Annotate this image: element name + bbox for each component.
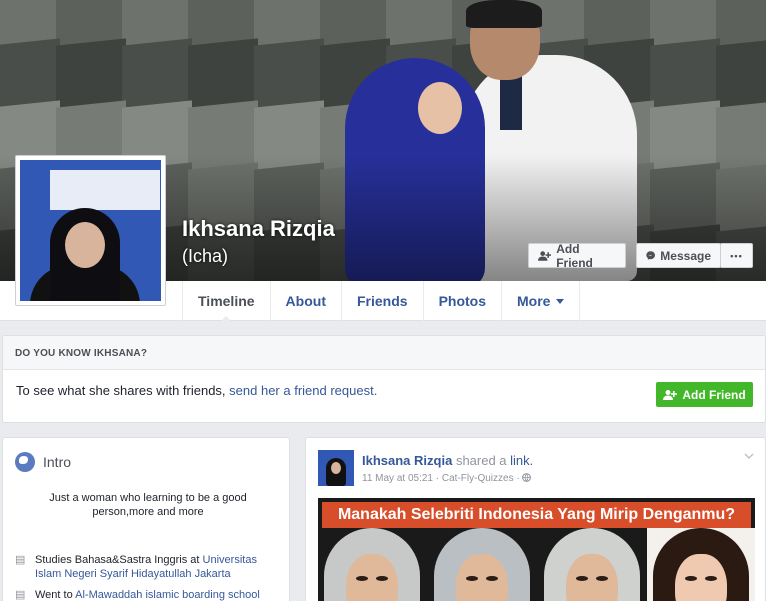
intro-studies: ▤ Studies Bahasa&Sastra Inggris at Unive… bbox=[15, 553, 285, 581]
graduation-cap-icon: ▤ bbox=[15, 554, 26, 566]
post-action-link[interactable]: link. bbox=[510, 453, 533, 468]
post-action: shared a bbox=[455, 453, 511, 468]
messenger-icon bbox=[646, 251, 655, 260]
tab-timeline[interactable]: Timeline bbox=[182, 281, 270, 322]
post-author-name[interactable]: Ikhsana Rizqia bbox=[362, 453, 452, 468]
intro-bio: Just a woman who learning to be a good p… bbox=[49, 492, 247, 518]
post-meta-separator-2: · bbox=[516, 473, 520, 484]
quiz-face-3 bbox=[538, 528, 646, 601]
quiz-face-4 bbox=[647, 528, 755, 601]
profile-picture-banner bbox=[50, 170, 160, 210]
quiz-face-1-skin bbox=[346, 554, 398, 601]
profile-name[interactable]: Ikhsana Rizqia bbox=[182, 216, 335, 242]
graduation-cap-icon: ▤ bbox=[15, 589, 26, 601]
active-tab-indicator bbox=[220, 316, 233, 322]
post-options-chevron-icon[interactable] bbox=[743, 450, 755, 462]
intro-studies-prefix: Studies Bahasa&Sastra Inggris at bbox=[35, 554, 203, 566]
add-friend-icon bbox=[663, 389, 678, 400]
message-label: Message bbox=[660, 248, 711, 263]
quiz-face-1-eye-right bbox=[376, 576, 388, 581]
do-you-know-text: To see what she shares with friends, sen… bbox=[16, 383, 377, 398]
do-you-know-text-prefix: To see what she shares with friends, bbox=[16, 383, 230, 398]
intro-heading: Intro bbox=[15, 452, 71, 472]
add-friend-green-label: Add Friend bbox=[682, 387, 746, 402]
post-author-avatar[interactable] bbox=[318, 450, 354, 486]
school-link[interactable]: Al-Mawaddah islamic boarding school bbox=[75, 589, 260, 601]
tab-friends-label: Friends bbox=[356, 293, 408, 309]
shared-link-title: Manakah Selebriti Indonesia Yang Mirip D… bbox=[322, 502, 751, 528]
chevron-down-icon bbox=[556, 298, 565, 304]
quiz-face-1 bbox=[318, 528, 426, 601]
timeline-post: Ikhsana Rizqia shared a link. 11 May at … bbox=[305, 437, 766, 601]
tab-timeline-label: Timeline bbox=[198, 293, 255, 309]
add-friend-button[interactable]: Add Friend bbox=[528, 241, 626, 270]
tab-more-label: More bbox=[517, 293, 551, 309]
quiz-face-3-eye-left bbox=[576, 576, 588, 581]
tab-more[interactable]: More bbox=[501, 281, 581, 321]
do-you-know-box: DO YOU KNOW IKHSANA? To see what she sha… bbox=[2, 335, 766, 423]
profile-tabs: Timeline About Friends Photos More bbox=[182, 281, 581, 322]
intro-went-text: Went to Al-Mawaddah islamic boarding sch… bbox=[35, 588, 260, 601]
intro-title: Intro bbox=[43, 454, 72, 470]
quiz-face-2-eye-right bbox=[486, 576, 498, 581]
post-header: Ikhsana Rizqia shared a link. bbox=[362, 453, 533, 468]
post-source[interactable]: Cat-Fly-Quizzes bbox=[442, 473, 514, 484]
intro-went-to: ▤ Went to Al-Mawaddah islamic boarding s… bbox=[15, 588, 285, 601]
quiz-face-1-eye-left bbox=[356, 576, 368, 581]
post-meta: 11 May at 05:21 · Cat-Fly-Quizzes · bbox=[362, 473, 532, 484]
quiz-face-4-eye-right bbox=[705, 576, 717, 581]
friend-request-link[interactable]: send her a friend request. bbox=[229, 383, 377, 398]
quiz-face-2-eye-left bbox=[466, 576, 478, 581]
add-friend-icon bbox=[538, 250, 552, 261]
quiz-face-2 bbox=[428, 528, 536, 601]
profile-picture-face bbox=[65, 222, 105, 268]
profile-alternate-name: (Icha) bbox=[182, 246, 229, 266]
more-options-icon: ••• bbox=[730, 250, 743, 261]
add-friend-green-button[interactable]: Add Friend bbox=[656, 382, 753, 407]
globe-icon bbox=[15, 452, 35, 472]
tab-photos[interactable]: Photos bbox=[422, 281, 501, 321]
post-timestamp[interactable]: 11 May at 05:21 bbox=[362, 473, 433, 484]
quiz-face-3-eye-right bbox=[596, 576, 608, 581]
tab-about-label: About bbox=[285, 293, 326, 309]
profile-picture[interactable] bbox=[15, 155, 166, 306]
quiz-face-4-skin bbox=[675, 554, 727, 601]
shared-link-preview[interactable]: Manakah Selebriti Indonesia Yang Mirip D… bbox=[318, 498, 755, 601]
profile-picture-image bbox=[20, 160, 161, 301]
intro-went-prefix: Went to bbox=[35, 589, 76, 601]
quiz-face-3-skin bbox=[566, 554, 618, 601]
quiz-face-4-eye-left bbox=[685, 576, 697, 581]
avatar-face bbox=[331, 462, 341, 474]
quiz-face-2-skin bbox=[456, 554, 508, 601]
intro-card: Intro Just a woman who learning to be a … bbox=[2, 437, 290, 601]
tab-friends[interactable]: Friends bbox=[340, 281, 423, 321]
add-friend-label: Add Friend bbox=[556, 241, 593, 270]
intro-studies-text: Studies Bahasa&Sastra Inggris at Univers… bbox=[35, 553, 285, 581]
post-meta-separator: · bbox=[435, 473, 440, 484]
more-options-button[interactable]: ••• bbox=[720, 243, 753, 268]
public-globe-icon bbox=[522, 473, 532, 482]
tab-photos-label: Photos bbox=[438, 293, 487, 309]
tab-about[interactable]: About bbox=[269, 281, 341, 321]
message-button[interactable]: Message bbox=[636, 243, 721, 268]
do-you-know-heading: DO YOU KNOW IKHSANA? bbox=[3, 336, 765, 370]
